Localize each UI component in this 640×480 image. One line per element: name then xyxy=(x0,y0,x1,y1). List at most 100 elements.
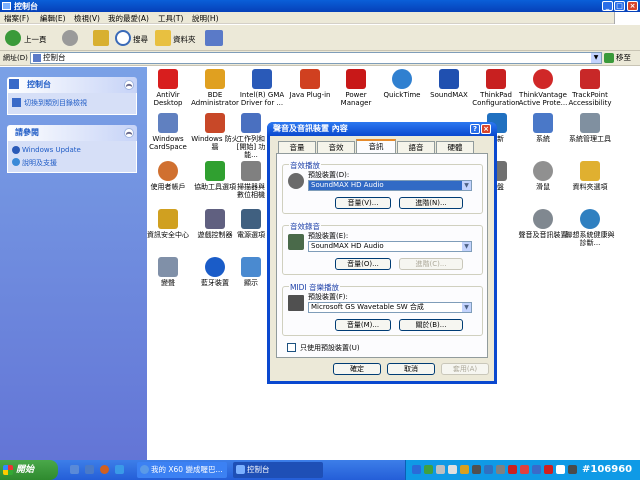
tab-volume[interactable]: 音量 xyxy=(278,141,316,153)
tray-speaker-icon[interactable] xyxy=(472,465,481,474)
address-dropdown-icon[interactable]: ▼ xyxy=(591,53,601,63)
go-button[interactable]: 移至 xyxy=(604,52,638,64)
playback-device-select[interactable]: SoundMAX HD Audio ▼ xyxy=(308,180,472,191)
recording-device-select[interactable]: SoundMAX HD Audio ▼ xyxy=(308,241,472,252)
cp-item[interactable]: AntiVir Desktop xyxy=(142,69,194,107)
task-browser[interactable]: 我的 X60 變成喔巴... xyxy=(137,462,227,478)
cp-item[interactable]: 工作列和 [開始] 功能... xyxy=(236,113,266,159)
menu-file[interactable]: 檔案(F) xyxy=(4,13,29,24)
midi-device-select[interactable]: Microsoft GS Wavetable SW 合成 ▼ xyxy=(308,302,472,313)
up-folder-icon[interactable] xyxy=(93,30,109,46)
cp-item[interactable]: 使用者帳戶 xyxy=(142,161,194,191)
cp-item[interactable]: 協助工具選項 xyxy=(189,161,241,191)
dialog-close-button[interactable]: × xyxy=(481,124,491,134)
playback-advanced-button[interactable]: 進階(N)... xyxy=(399,197,463,209)
windows-update-link[interactable]: Windows Update xyxy=(22,146,81,154)
tray-security-icon[interactable] xyxy=(508,465,517,474)
see-also-panel-header[interactable]: 請參閱 ︽ xyxy=(7,125,137,141)
menu-tools[interactable]: 工具(T) xyxy=(158,13,183,24)
start-button[interactable]: 開始 xyxy=(0,460,58,480)
tray-keyboard-icon[interactable] xyxy=(448,465,457,474)
midi-about-button[interactable]: 關於(B)... xyxy=(399,319,463,331)
cp-item[interactable]: QuickTime xyxy=(376,69,428,99)
cp-item[interactable]: Intel(R) GMA Driver for ... xyxy=(236,69,288,107)
search-icon[interactable] xyxy=(115,30,131,46)
tab-voice[interactable]: 語音 xyxy=(397,141,435,153)
cp-item[interactable]: 聲音及音訊裝置 xyxy=(517,209,569,239)
quicklaunch-app-icon[interactable] xyxy=(115,465,124,474)
voice-icon xyxy=(158,257,178,277)
menu-help[interactable]: 說明(H) xyxy=(192,13,219,24)
cp-item[interactable]: 資料夾選項 xyxy=(564,161,616,191)
minimize-button[interactable]: _ xyxy=(602,1,613,11)
cp-item[interactable]: 滑鼠 xyxy=(517,161,569,191)
cp-item-label: AntiVir Desktop xyxy=(153,91,183,107)
cp-item[interactable]: 顯示 xyxy=(236,257,266,287)
default-only-checkbox[interactable] xyxy=(287,343,296,352)
recording-volume-button[interactable]: 音量(O)... xyxy=(335,258,391,270)
menu-view[interactable]: 檢視(V) xyxy=(74,13,100,24)
tray-network-icon[interactable] xyxy=(424,465,433,474)
cp-item[interactable]: ThinkPad Configuration xyxy=(470,69,522,107)
tray-power-icon[interactable] xyxy=(496,465,505,474)
collapse-chevron-icon[interactable]: ︽ xyxy=(124,128,134,138)
quicklaunch-desktop-icon[interactable] xyxy=(85,465,94,474)
tray-update-icon[interactable] xyxy=(484,465,493,474)
ok-button[interactable]: 確定 xyxy=(333,363,381,375)
cp-item[interactable]: Java Plug-in xyxy=(284,69,336,99)
dialog-help-button[interactable]: ? xyxy=(470,124,480,134)
chevron-down-icon: ▼ xyxy=(462,242,471,251)
back-arrow-icon[interactable] xyxy=(5,30,21,46)
close-button[interactable]: × xyxy=(627,1,638,11)
cp-item[interactable]: 變聲 xyxy=(142,257,194,287)
cp-item[interactable]: Windows CardSpace xyxy=(142,113,194,151)
task-control-panel[interactable]: 控制台 xyxy=(233,462,323,478)
back-label[interactable]: 上一頁 xyxy=(24,34,47,45)
tray-monitor-icon[interactable] xyxy=(436,465,445,474)
cp-item[interactable]: 遊戲控制器 xyxy=(189,209,241,239)
tray-access-icon[interactable] xyxy=(556,465,565,474)
quicklaunch-media-icon[interactable] xyxy=(100,465,109,474)
quicklaunch-ie-icon[interactable] xyxy=(70,465,79,474)
forward-arrow-icon[interactable] xyxy=(62,30,78,46)
cp-item[interactable]: 藍牙裝置 xyxy=(189,257,241,287)
cp-item[interactable]: 系統管理工具 xyxy=(564,113,616,143)
search-label[interactable]: 搜尋 xyxy=(133,34,148,45)
cp-item[interactable]: Power Manager xyxy=(330,69,382,107)
midi-volume-button[interactable]: 音量(M)... xyxy=(335,319,391,331)
address-input[interactable]: 控制台 ▼ xyxy=(30,52,602,64)
tab-audio[interactable]: 音訊 xyxy=(356,139,396,154)
tray-antivir-icon[interactable] xyxy=(520,465,529,474)
control-panel-panel-header[interactable]: 控制台 ︽ xyxy=(7,77,137,93)
views-icon[interactable] xyxy=(205,30,223,46)
folders-label[interactable]: 資料夾 xyxy=(173,34,196,45)
cp-item[interactable]: ThinkVantage Active Prote... xyxy=(517,69,569,107)
cp-item[interactable]: TrackPoint Accessibility xyxy=(564,69,616,107)
tray-battery-icon[interactable] xyxy=(460,465,469,474)
tab-sounds[interactable]: 音效 xyxy=(317,141,355,153)
tray-alert-icon[interactable] xyxy=(544,465,553,474)
cp-item[interactable]: BDE Administrator xyxy=(189,69,241,107)
menu-edit[interactable]: 編輯(E) xyxy=(40,13,66,24)
cp-item[interactable]: 資訊安全中心 xyxy=(142,209,194,239)
cp-item[interactable]: 聯想系統健康與診斷... xyxy=(564,209,616,247)
cp-item[interactable]: 系統 xyxy=(517,113,569,143)
cp-item[interactable]: SoundMAX xyxy=(423,69,475,99)
tray-sound-icon[interactable] xyxy=(568,465,577,474)
folders-icon[interactable] xyxy=(155,30,171,46)
playback-volume-button[interactable]: 音量(V)... xyxy=(335,197,391,209)
tab-hardware[interactable]: 硬體 xyxy=(436,141,474,153)
help-icon xyxy=(12,158,20,166)
tray-app-icon[interactable] xyxy=(412,465,421,474)
menu-favorites[interactable]: 我的最愛(A) xyxy=(108,13,149,24)
maximize-button[interactable]: □ xyxy=(614,1,625,11)
cp-item[interactable]: Windows 防火牆 xyxy=(189,113,241,151)
help-support-link[interactable]: 說明及支援 xyxy=(22,158,57,168)
chevron-down-icon: ▼ xyxy=(462,181,471,190)
tray-thinkvantage-icon[interactable] xyxy=(532,465,541,474)
cp-item[interactable]: 掃描器與數位相機 xyxy=(236,161,266,199)
collapse-chevron-icon[interactable]: ︽ xyxy=(124,80,134,90)
switch-category-view-link[interactable]: 切換到類別目錄檢視 xyxy=(24,98,87,108)
cancel-button[interactable]: 取消 xyxy=(387,363,435,375)
cp-item[interactable]: 電源選項 xyxy=(236,209,266,239)
